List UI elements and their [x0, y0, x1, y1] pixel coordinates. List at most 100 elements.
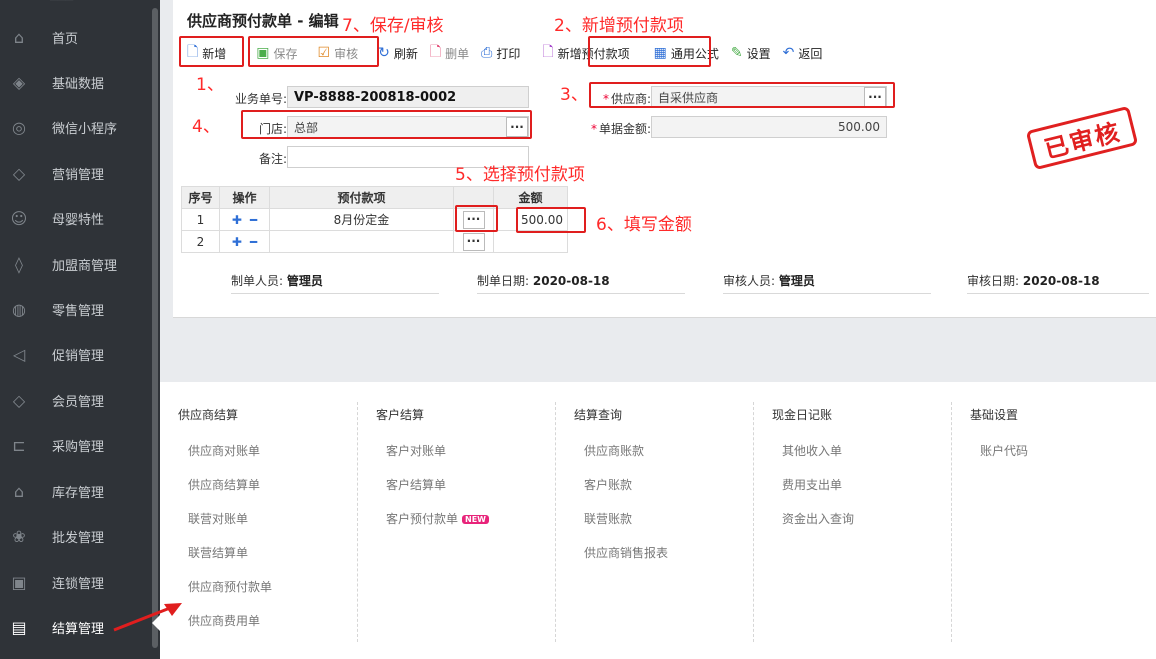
- row-item[interactable]: 8月份定金: [269, 208, 454, 231]
- store-icon: ▣: [11, 572, 27, 592]
- make-date-value: 2020-08-18: [532, 274, 610, 288]
- sidebar-item-retail[interactable]: ◍ 零售管理: [0, 287, 152, 331]
- sidebar-item-label: 微信小程序: [52, 121, 118, 137]
- sidebar-item-franchise[interactable]: ◊ 加盟商管理: [0, 242, 152, 286]
- annotation-box-supplier: [589, 82, 895, 108]
- item-picker-button[interactable]: ···: [462, 232, 485, 251]
- back-arrow-icon: ↶: [782, 45, 795, 61]
- row-no: 1: [181, 208, 220, 231]
- menu-item-account-code[interactable]: 账户代码: [980, 442, 1028, 459]
- settings-button-label: 设置: [746, 46, 771, 61]
- smile-icon: ☺: [10, 208, 28, 228]
- make-date-info: 制单日期: 2020-08-18: [477, 272, 610, 289]
- document-amount-field: 500.00: [651, 116, 887, 138]
- cart-icon: ⊏: [12, 435, 26, 455]
- wechat-icon: ◎: [12, 117, 26, 137]
- menu-column-cash-journal: 现金日记账 其他收入单 费用支出单 资金出入查询: [754, 382, 952, 642]
- sidebar-item-label: 采购管理: [52, 439, 105, 455]
- annotation-step-2: 2、新增预付款项: [554, 16, 684, 36]
- sidebar-item-maternal[interactable]: ☺ 母婴特性: [0, 196, 152, 240]
- menu-item-joint-statement[interactable]: 联营对账单: [188, 510, 248, 527]
- sidebar-item-wholesale[interactable]: ❀ 批发管理: [0, 514, 152, 558]
- refresh-icon: ↻: [378, 45, 390, 61]
- tag-icon: ◊: [15, 254, 23, 274]
- divider: [231, 293, 439, 294]
- sidebar-item-label: 批发管理: [52, 530, 105, 546]
- row-actions: ✚ ━: [219, 208, 270, 231]
- back-button[interactable]: ↶ 返回: [777, 41, 829, 65]
- sidebar-item-basic-data[interactable]: ◈ 基础数据: [0, 60, 152, 104]
- menu-item-expense[interactable]: 费用支出单: [782, 476, 842, 493]
- auditor-info: 审核人员: 管理员: [723, 272, 815, 289]
- prepay-items-table: 序号 操作 预付款项 金额 1 ✚ ━ 8月份定金 ··· 500.00 2 ✚ ━…: [181, 186, 568, 253]
- sidebar-item-purchase[interactable]: ⊏ 采购管理: [0, 423, 152, 467]
- sidebar-item-label: 首页: [52, 31, 79, 47]
- refresh-button[interactable]: ↻ 刷新: [372, 41, 424, 65]
- menu-item-supplier-prepayment[interactable]: 供应商预付款单: [188, 578, 272, 595]
- settings-button[interactable]: ✎ 设置: [725, 41, 777, 65]
- sidebar-item-wechat[interactable]: ◎ 微信小程序: [0, 105, 152, 149]
- sidebar-item-member[interactable]: ◇ 会员管理: [0, 378, 152, 422]
- sidebar-item-inventory[interactable]: ⌂ 库存管理: [0, 469, 152, 513]
- menu-item-customer-settlement[interactable]: 客户结算单: [386, 476, 446, 493]
- col-header-action: 操作: [219, 186, 270, 209]
- print-icon: ⎙: [481, 45, 493, 61]
- home-icon: ⌂: [13, 27, 25, 47]
- warehouse-icon: ⌂: [13, 481, 25, 501]
- menu-column-heading: 现金日记账: [772, 408, 833, 422]
- annotation-box-item-picker: [455, 205, 498, 232]
- doc-no-label: 业务单号:: [234, 92, 287, 106]
- print-button[interactable]: ⎙ 打印: [475, 41, 526, 65]
- approved-stamp: 已审核: [1025, 105, 1139, 171]
- row-item[interactable]: [269, 230, 454, 253]
- sidebar-scrollbar[interactable]: [152, 8, 158, 648]
- menu-item-joint-account[interactable]: 联营账款: [584, 510, 632, 527]
- sidebar-item-label: 加盟商管理: [52, 258, 118, 274]
- sidebar-item-chain[interactable]: ▣ 连锁管理: [0, 560, 152, 604]
- menu-column-basic-settings: 基础设置 账户代码: [952, 382, 1150, 642]
- row-no: 2: [181, 230, 220, 253]
- menu-item-supplier-sales-report[interactable]: 供应商销售报表: [584, 544, 668, 561]
- amount-label-text: 单据金额:: [598, 122, 651, 136]
- delete-button[interactable]: 🗋 删单: [424, 41, 475, 65]
- menu-item-customer-prepayment[interactable]: 客户预付款单 NEW: [386, 510, 489, 527]
- menu-item-joint-settlement[interactable]: 联营结算单: [188, 544, 248, 561]
- divider: [477, 293, 685, 294]
- annotation-box-save-audit: [248, 36, 379, 67]
- menu-item-fund-flow-query[interactable]: 资金出入查询: [782, 510, 854, 527]
- row-amount-input[interactable]: [493, 230, 568, 253]
- menu-column-heading: 结算查询: [574, 408, 623, 422]
- remove-row-icon[interactable]: ━: [250, 213, 257, 227]
- sidebar-item-label: 营销管理: [52, 167, 105, 183]
- menu-item-supplier-statement[interactable]: 供应商对账单: [188, 442, 260, 459]
- annotation-box-new: [179, 36, 244, 67]
- annotation-step-1: 1、: [196, 75, 224, 95]
- maker-label: 制单人员:: [231, 274, 284, 288]
- add-row-icon[interactable]: ✚: [232, 213, 242, 227]
- divider: [967, 293, 1149, 294]
- add-row-icon[interactable]: ✚: [232, 235, 242, 249]
- divider: [723, 293, 931, 294]
- auditor-value: 管理员: [778, 274, 815, 288]
- remark-label: 备注:: [258, 152, 287, 166]
- sidebar-item-label: 零售管理: [52, 303, 105, 319]
- sidebar-item-label: 库存管理: [52, 485, 105, 501]
- settlement-icon: ▤: [11, 617, 27, 637]
- doc-no-field: VP-8888-200818-0002: [287, 86, 529, 108]
- maker-value: 管理员: [286, 274, 323, 288]
- menu-item-other-income[interactable]: 其他收入单: [782, 442, 842, 459]
- remove-row-icon[interactable]: ━: [250, 235, 257, 249]
- sidebar-item-home[interactable]: ⌂ 首页: [0, 15, 152, 59]
- annotation-step-6: 6、填写金额: [596, 215, 692, 235]
- sidebar-item-marketing[interactable]: ◇ 营销管理: [0, 151, 152, 195]
- menu-column-heading: 供应商结算: [178, 408, 239, 422]
- menu-item-customer-account[interactable]: 客户账款: [584, 476, 632, 493]
- menu-item-customer-statement[interactable]: 客户对账单: [386, 442, 446, 459]
- menu-item-supplier-expense[interactable]: 供应商费用单: [188, 612, 260, 629]
- badge-icon: ◁: [12, 344, 26, 364]
- sidebar-item-promotion[interactable]: ◁ 促销管理: [0, 332, 152, 376]
- col-header-amount: 金额: [493, 186, 568, 209]
- menu-item-supplier-settlement[interactable]: 供应商结算单: [188, 476, 260, 493]
- add-item-icon: 🗋: [542, 44, 554, 60]
- menu-item-supplier-account[interactable]: 供应商账款: [584, 442, 644, 459]
